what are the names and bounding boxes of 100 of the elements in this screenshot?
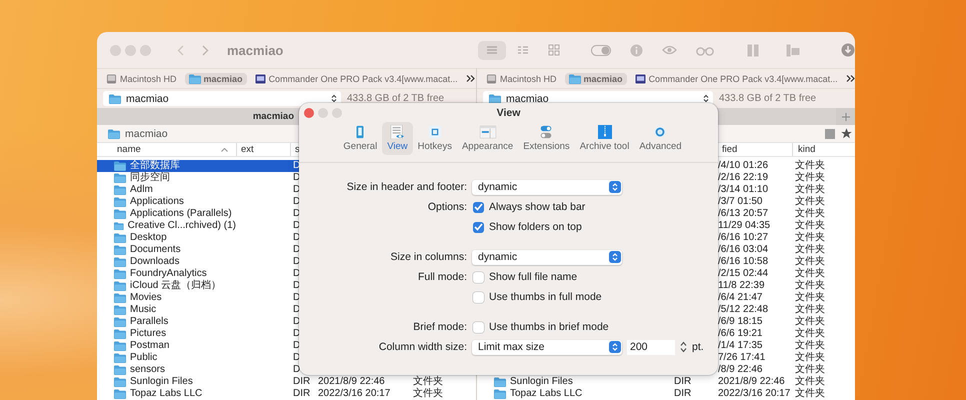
- file-name: Topaz Labs LLC: [130, 388, 202, 400]
- free-space-label: 433.8 GB of 2 TB free: [719, 93, 816, 104]
- file-name: Applications: [130, 196, 184, 208]
- popup-button[interactable]: Limit max size: [472, 340, 622, 354]
- preference-tab[interactable]: Hotkeys: [412, 122, 457, 155]
- folder-icon: [114, 329, 126, 339]
- binoculars-icon[interactable]: [696, 44, 714, 56]
- preference-tab[interactable]: Advanced: [634, 122, 687, 155]
- file-name: Downloads: [130, 256, 180, 268]
- preference-tab[interactable]: General: [338, 122, 382, 155]
- file-size: DIR: [674, 376, 692, 388]
- checkbox[interactable]: [473, 292, 484, 302]
- drive-tab[interactable]: Macintosh HD: [102, 72, 181, 84]
- field-label: Size in header and footer:: [346, 181, 467, 193]
- panel-tab[interactable]: macmiao: [250, 111, 296, 122]
- file-size: DIR: [293, 376, 310, 388]
- modified-date: /4/10 01:26: [718, 160, 768, 172]
- minimize-button[interactable]: [125, 44, 136, 56]
- file-kind: 文件夹: [795, 172, 825, 184]
- file-row[interactable]: Topaz Labs LLC DIR 2022/3/16 20:17 文件夹: [97, 388, 476, 400]
- eye-icon[interactable]: [662, 45, 677, 55]
- preference-tab[interactable]: Extensions: [518, 122, 575, 155]
- more-chevrons-icon[interactable]: [846, 75, 855, 82]
- close-button[interactable]: [304, 108, 314, 118]
- drive-tab[interactable]: macmiao: [564, 72, 627, 84]
- file-row[interactable]: Topaz Labs LLC DIR 2022/3/16 20:17 文件夹: [477, 388, 855, 400]
- file-row[interactable]: Sunlogin Files DIR 2021/8/9 22:46 文件夹: [477, 376, 855, 388]
- drive-tab[interactable]: Commander One PRO Pack v3.4[www.macat...: [630, 72, 842, 84]
- updown-chevron-icon: [609, 251, 621, 263]
- popup-button[interactable]: dynamic: [472, 180, 622, 194]
- folder-icon: [114, 221, 124, 231]
- folder-icon: [494, 389, 506, 399]
- panels-icon[interactable]: [747, 44, 759, 56]
- field-label: Column width size:: [378, 341, 467, 353]
- info-icon[interactable]: [630, 44, 643, 56]
- folder-icon: [114, 209, 126, 219]
- checkbox[interactable]: [473, 202, 484, 212]
- field-label: Full mode:: [418, 271, 467, 283]
- file-name: 全部数据库: [130, 160, 180, 172]
- folder-icon: [109, 94, 121, 104]
- back-icon[interactable]: [177, 44, 184, 56]
- checkbox[interactable]: [473, 272, 484, 282]
- file-name: Parallels: [130, 316, 168, 328]
- zipper-icon: [596, 125, 614, 139]
- file-kind: 文件夹: [795, 232, 825, 244]
- folder-icon: [114, 341, 126, 351]
- toggle-icon[interactable]: [591, 44, 611, 56]
- drive-tab[interactable]: Macintosh HD: [482, 72, 561, 84]
- folder-icon: [114, 305, 126, 315]
- columns-view-icon: [516, 44, 530, 56]
- list-view-button[interactable]: [478, 40, 506, 60]
- breadcrumb[interactable]: macmiao: [125, 128, 168, 140]
- modified-date: 2021/8/9 22:46: [318, 376, 385, 388]
- drive-tab[interactable]: Commander One PRO Pack v3.4[www.macat...: [250, 72, 462, 84]
- file-row[interactable]: Sunlogin Files DIR 2021/8/9 22:46 文件夹: [97, 376, 476, 388]
- column-header[interactable]: fied: [722, 144, 738, 155]
- folder-icon: [114, 353, 126, 363]
- file-row[interactable]: sensors D: [97, 364, 476, 376]
- column-header[interactable]: kind: [798, 144, 816, 155]
- updown-chevron-icon: [609, 181, 621, 193]
- square-icon[interactable]: [825, 128, 835, 138]
- forward-icon[interactable]: [202, 44, 209, 56]
- app-icon: [634, 74, 646, 84]
- file-kind: 文件夹: [795, 352, 825, 364]
- window-icon: [478, 125, 497, 139]
- download-icon[interactable]: [841, 43, 855, 57]
- zoom-button[interactable]: [332, 108, 342, 118]
- checkbox-label: Use thumbs in brief mode: [489, 321, 609, 333]
- location-dropdown[interactable]: macmiao: [103, 91, 341, 106]
- file-name: Desktop: [130, 232, 167, 244]
- disk-icon: [106, 74, 117, 84]
- close-button[interactable]: [110, 44, 121, 56]
- number-field[interactable]: 200: [627, 340, 675, 354]
- star-icon[interactable]: [841, 128, 852, 139]
- file-name: Sunlogin Files: [130, 376, 193, 388]
- column-header[interactable]: ext: [241, 144, 254, 155]
- file-kind: 文件夹: [795, 268, 825, 280]
- popup-button[interactable]: dynamic: [472, 250, 622, 264]
- preference-tab[interactable]: Archive tool: [574, 122, 634, 155]
- minimize-button[interactable]: [318, 108, 328, 118]
- drive-tab[interactable]: macmiao: [184, 72, 247, 84]
- modified-date: /6/16 10:27: [718, 232, 768, 244]
- zoom-button[interactable]: [140, 44, 151, 56]
- folder-icon: [108, 128, 120, 138]
- preference-tab[interactable]: Appearance: [456, 122, 518, 155]
- modified-date: /6/16 10:58: [718, 256, 768, 268]
- preference-tab[interactable]: View: [382, 122, 413, 155]
- folder-icon: [114, 185, 126, 195]
- app-icon: [254, 74, 266, 84]
- stepper-icon[interactable]: [680, 341, 687, 353]
- file-name: Applications (Parallels): [130, 208, 232, 220]
- file-kind: 文件夹: [795, 340, 825, 352]
- folder-icon: [114, 377, 126, 387]
- more-chevrons-icon[interactable]: [466, 75, 475, 82]
- checkbox[interactable]: [473, 222, 484, 232]
- folder-icon: [114, 269, 126, 279]
- column-header[interactable]: name: [117, 144, 141, 155]
- checkbox-label: Use thumbs in full mode: [489, 291, 602, 303]
- file-name: Adlm: [130, 184, 153, 196]
- checkbox[interactable]: [473, 322, 484, 332]
